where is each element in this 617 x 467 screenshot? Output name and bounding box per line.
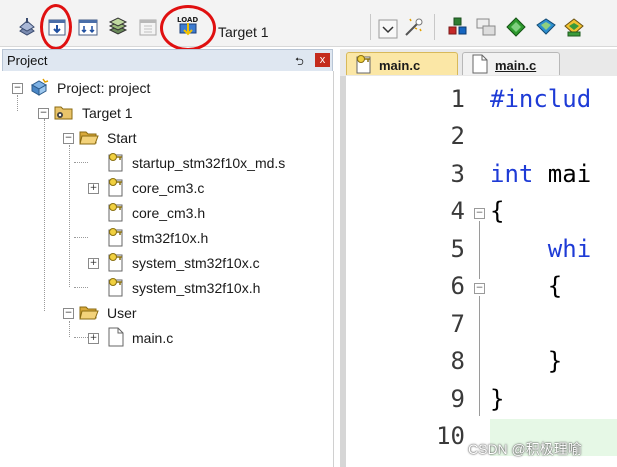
- tree-file[interactable]: system_stm32f10x.h: [2, 277, 322, 299]
- expand-icon[interactable]: +: [88, 333, 99, 344]
- tree-file-label: stm32f10x.h: [132, 230, 209, 246]
- batch-build-icon[interactable]: [107, 16, 129, 38]
- watermark: CSDN @积极理喻: [468, 441, 582, 457]
- window-layout-icon[interactable]: [475, 16, 497, 38]
- code-line: #includ: [490, 85, 592, 113]
- tree-file[interactable]: startup_stm32f10x_md.s: [2, 152, 322, 174]
- line-number: 3: [450, 160, 465, 188]
- file-key-icon: [107, 277, 125, 300]
- file-key-icon: [107, 152, 125, 175]
- file-key-icon: [107, 177, 125, 200]
- toolbar: LOAD Target 1: [0, 0, 617, 51]
- tab-main-c[interactable]: main.c: [346, 52, 458, 75]
- line-number: 7: [450, 310, 465, 338]
- tree-target[interactable]: − Target 1: [2, 102, 322, 124]
- tree-file-label: system_stm32f10x.h: [132, 280, 261, 296]
- tree-group-label: Start: [107, 130, 137, 146]
- line-number: 6: [450, 272, 465, 300]
- project-panel-header: Project ⮌ x: [2, 49, 333, 72]
- file-icon: [107, 327, 125, 350]
- translate-icon[interactable]: [16, 16, 38, 38]
- pin-icon[interactable]: ⮌: [295, 53, 304, 72]
- pack-installer-icon[interactable]: [535, 16, 557, 38]
- close-icon[interactable]: x: [315, 53, 330, 67]
- tree-file[interactable]: + main.c: [2, 327, 322, 349]
- tab-label: main.c: [495, 58, 537, 73]
- collapse-icon[interactable]: −: [38, 108, 49, 119]
- project-tree: − Project: project − Target 1 − Start st…: [2, 71, 334, 467]
- tree-group[interactable]: − Start: [2, 127, 322, 149]
- tree-file[interactable]: + system_stm32f10x.c: [2, 252, 322, 274]
- stop-build-icon[interactable]: [137, 16, 159, 38]
- manage-components-icon[interactable]: [446, 16, 468, 38]
- code-line: int mai: [490, 160, 592, 188]
- tree-file-label: system_stm32f10x.c: [132, 255, 260, 271]
- editor-tab-bar: main.c main.c: [340, 49, 617, 76]
- expand-icon[interactable]: +: [88, 183, 99, 194]
- fold-collapse-icon[interactable]: −: [474, 208, 485, 219]
- collapse-icon[interactable]: −: [12, 83, 23, 94]
- target-dropdown-icon[interactable]: [378, 19, 398, 39]
- code-line: }: [490, 385, 505, 413]
- project-panel-title: Project: [7, 53, 48, 68]
- tree-file-label: main.c: [132, 330, 174, 346]
- code-line: whi: [490, 235, 592, 263]
- tab-label: main.c: [379, 58, 421, 73]
- tree-file-label: core_cm3.c: [132, 180, 205, 196]
- tree-root[interactable]: − Project: project: [2, 77, 322, 99]
- tree-group[interactable]: − User: [2, 302, 322, 324]
- code-line: {: [490, 272, 563, 300]
- collapse-icon[interactable]: −: [63, 133, 74, 144]
- tab-main-c-active[interactable]: main.c: [462, 52, 560, 75]
- collapse-icon[interactable]: −: [63, 308, 74, 319]
- line-number: 8: [450, 347, 465, 375]
- tree-file-label: core_cm3.h: [132, 205, 206, 221]
- tree-root-label: Project: project: [57, 80, 151, 96]
- line-number: 5: [450, 235, 465, 263]
- tree-target-label: Target 1: [82, 105, 133, 121]
- file-key-icon: [107, 227, 125, 250]
- expand-icon[interactable]: +: [88, 258, 99, 269]
- file-key-icon: [107, 202, 125, 225]
- annotation-circle-load: [160, 5, 216, 51]
- tree-file[interactable]: stm32f10x.h: [2, 227, 322, 249]
- file-key-icon: [107, 252, 125, 275]
- options-icon[interactable]: [402, 16, 424, 38]
- folder-open-icon: [79, 303, 99, 324]
- select-pack-icon[interactable]: [505, 16, 527, 38]
- rebuild-icon[interactable]: [77, 16, 99, 38]
- run-environment-icon[interactable]: [563, 16, 585, 38]
- fold-collapse-icon[interactable]: −: [474, 283, 485, 294]
- code-line: }: [490, 347, 563, 375]
- line-number: 10: [436, 422, 465, 450]
- annotation-circle-build: [40, 4, 72, 50]
- tree-file[interactable]: + core_cm3.c: [2, 177, 322, 199]
- line-number: 9: [450, 385, 465, 413]
- tree-group-label: User: [107, 305, 137, 321]
- code-line: {: [490, 197, 505, 225]
- folder-open-icon: [79, 128, 99, 149]
- line-number: 4: [450, 197, 465, 225]
- line-number: 2: [450, 122, 465, 150]
- target-label[interactable]: Target 1: [218, 24, 269, 40]
- tree-file[interactable]: core_cm3.h: [2, 202, 322, 224]
- project-icon: [29, 77, 49, 100]
- tree-file-label: startup_stm32f10x_md.s: [132, 155, 286, 171]
- line-number: 1: [450, 85, 465, 113]
- target-folder-icon: [54, 103, 74, 124]
